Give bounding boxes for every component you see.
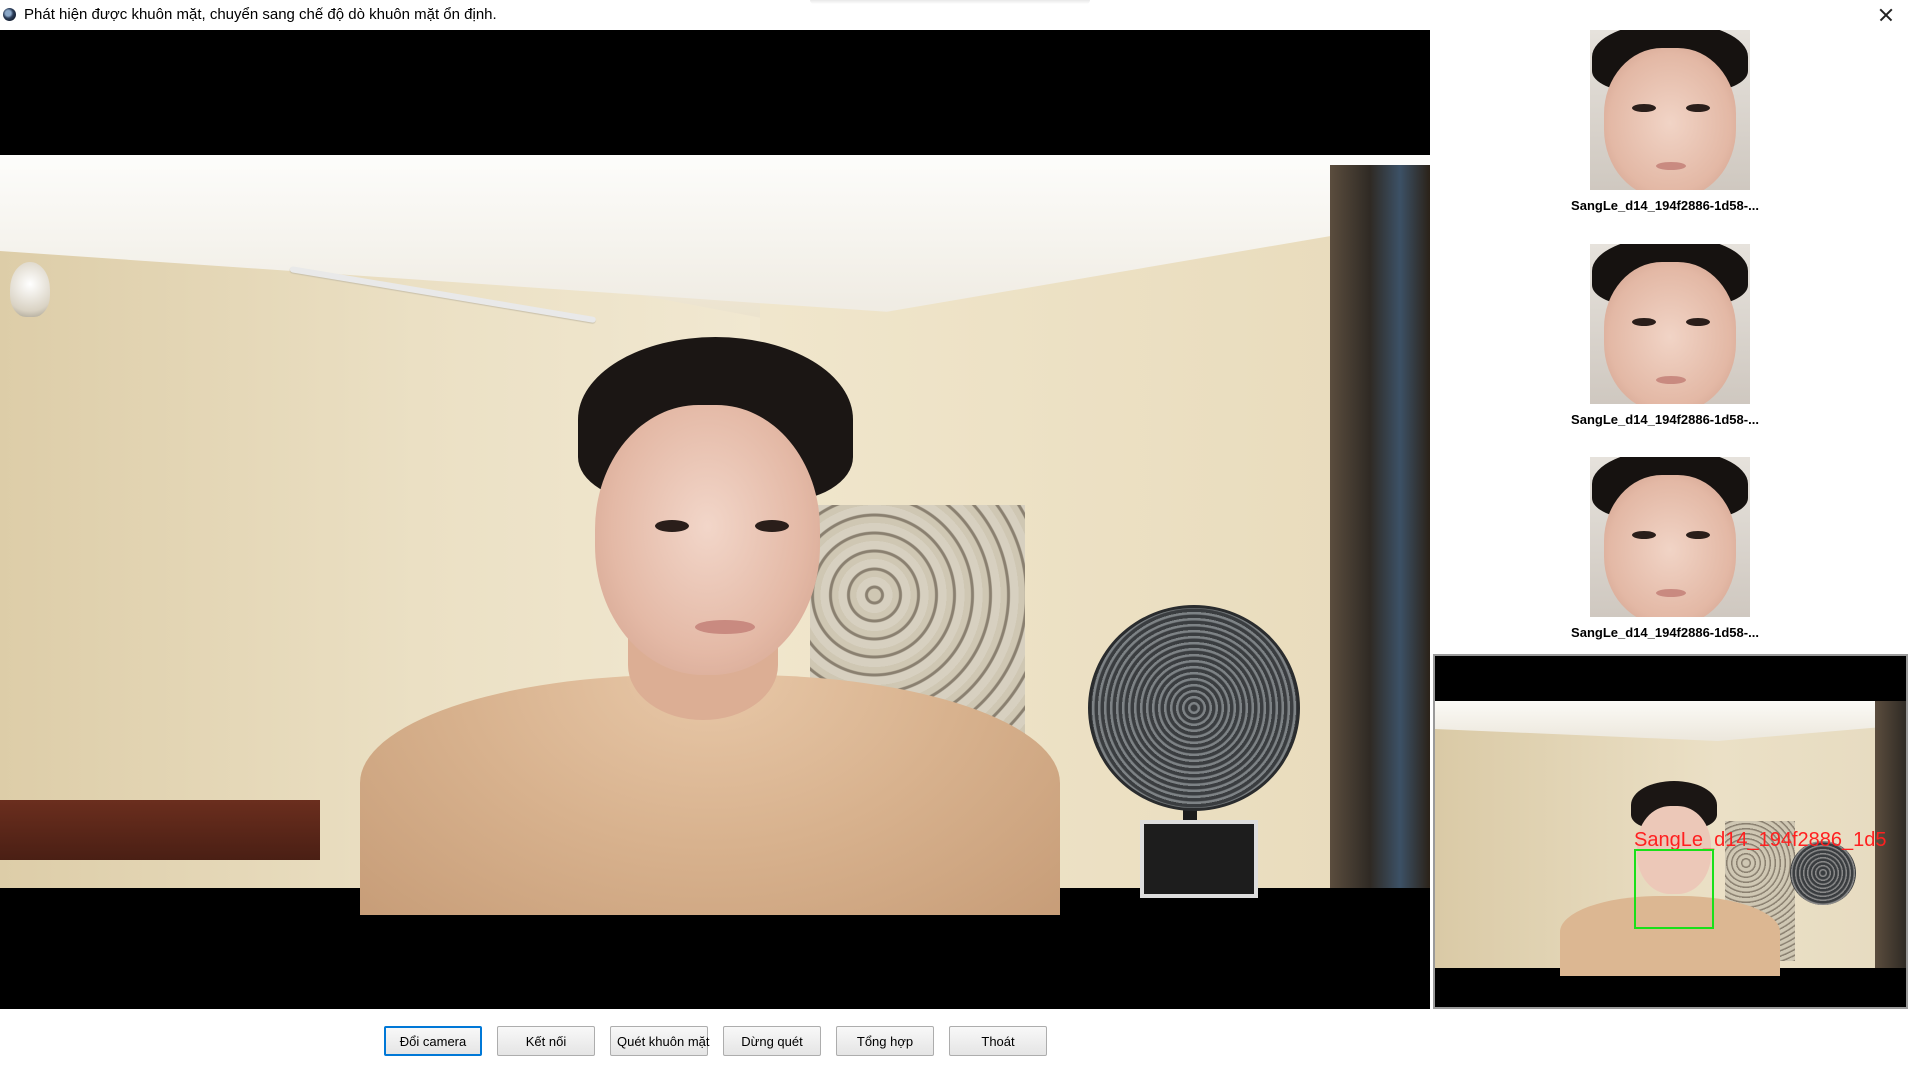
close-icon[interactable] [1872,2,1900,28]
face-label: SangLe_d14_194f2886-1d58-... [1571,412,1759,427]
window-title: Phát hiện được khuôn mặt, chuyển sang ch… [24,6,497,23]
face-thumbnail [1590,30,1750,190]
camera-app-icon [3,8,16,21]
scan-face-button[interactable]: Quét khuôn mặt [610,1026,710,1056]
face-thumbnail [1590,457,1750,617]
face-detection-box [1634,849,1714,929]
wall-lamp [10,262,50,317]
standing-fan [1088,605,1300,811]
title-bar: Phát hiện được khuôn mặt, chuyển sang ch… [0,0,1908,30]
summary-button[interactable]: Tổng hợp [836,1026,934,1056]
captured-face-card[interactable]: SangLe_d14_194f2886-1d58-... [1550,244,1780,444]
exit-button[interactable]: Thoát [949,1026,1047,1056]
bed-frame [0,800,320,860]
connect-button[interactable]: Kết nối [497,1026,595,1056]
button-bar [0,1009,1430,1075]
face-thumbnail [1590,244,1750,404]
captured-face-card[interactable]: SangLe_d14_194f2886-1d58-... [1550,457,1780,657]
face-label: SangLe_d14_194f2886-1d58-... [1571,198,1759,213]
stop-scan-button[interactable]: Dừng quét [723,1026,821,1056]
title-divider [810,0,1090,4]
captured-face-card[interactable]: SangLe_d14_194f2886-1d58-... [1550,30,1780,230]
person-face [595,405,820,675]
switch-camera-button[interactable]: Đổi camera [384,1026,482,1056]
face-label: SangLe_d14_194f2886-1d58-... [1571,625,1759,640]
detection-preview: SangLe_d14_194f2886_1d5 [1433,654,1908,1009]
